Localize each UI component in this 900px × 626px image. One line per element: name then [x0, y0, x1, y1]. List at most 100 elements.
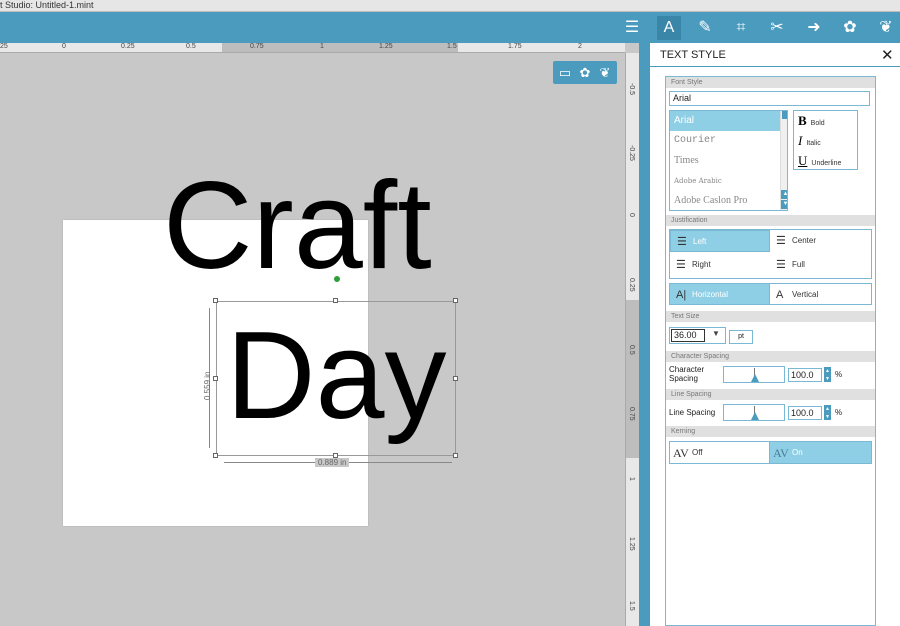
font-list-item[interactable]: Times: [670, 151, 780, 171]
ruler-label: 0.25: [628, 278, 635, 292]
slider-thumb-icon[interactable]: [751, 412, 759, 420]
ruler-label: 0: [628, 213, 635, 217]
resize-handle[interactable]: [453, 376, 458, 381]
horizontal-label: Horizontal: [692, 290, 729, 299]
font-list-item[interactable]: Courier: [670, 131, 780, 151]
text-size-input[interactable]: 36.00: [671, 329, 705, 342]
ruler-label: 1: [320, 43, 324, 50]
font-style-options: B Bold I Italic U Underline: [793, 110, 858, 170]
window-title-bar: t Studio: Untitled-1.mint: [0, 0, 900, 12]
section-text-size: Text Size: [666, 311, 875, 322]
kerning-off-label: Off: [692, 448, 703, 457]
page-setup-icon[interactable]: ☰: [620, 16, 644, 40]
quick-access-toolbar: ▭ ✿ ❦: [553, 61, 617, 84]
text-craft[interactable]: Craft: [163, 156, 432, 296]
resize-handle[interactable]: [333, 298, 338, 303]
resize-handle[interactable]: [453, 453, 458, 458]
ruler-label: 0.25: [121, 43, 135, 50]
justify-center-label: Center: [792, 236, 817, 245]
italic-label: Italic: [806, 140, 821, 147]
justify-center-button[interactable]: ☰ Center: [770, 230, 871, 252]
justify-full-button[interactable]: ☰ Full: [770, 254, 871, 276]
line-spacing-stepper-icon[interactable]: ▲ ▼: [824, 405, 831, 420]
character-spacing-label: Character Spacing: [669, 365, 705, 383]
chevron-down-icon[interactable]: ▼: [712, 329, 720, 338]
kerning-on-button[interactable]: AV On: [769, 441, 872, 464]
vertical-scrollbar[interactable]: [639, 43, 650, 626]
character-spacing-slider[interactable]: [723, 366, 785, 383]
justify-full-label: Full: [792, 260, 805, 269]
crop-icon[interactable]: ⌗: [729, 16, 753, 40]
ruler-label: 1.75: [508, 43, 522, 50]
font-name-input[interactable]: Arial: [669, 91, 870, 106]
section-justification: Justification: [666, 215, 875, 226]
font-list-item[interactable]: Arial: [670, 111, 780, 131]
scroll-up-icon[interactable]: ▲: [781, 190, 787, 199]
ruler-label: 25: [0, 43, 8, 50]
scroll-down-icon[interactable]: ▼: [781, 200, 787, 209]
height-dimension-label: 0.559 in: [203, 371, 212, 400]
line-spacing-slider[interactable]: [723, 404, 785, 421]
ruler-label: 1.25: [628, 537, 635, 551]
section-character-spacing: Character Spacing: [666, 351, 875, 362]
vertical-text-icon: A: [776, 289, 784, 301]
send-icon[interactable]: ➜: [802, 16, 826, 40]
rectangle-icon[interactable]: ▭: [556, 64, 574, 81]
justify-left-label: Left: [693, 237, 707, 246]
close-icon[interactable]: ✕: [881, 46, 894, 64]
scroll-thumb[interactable]: [782, 111, 787, 119]
trace-icon[interactable]: ✂: [765, 16, 789, 40]
italic-icon: I: [798, 133, 803, 148]
bold-option[interactable]: B Bold: [798, 113, 825, 129]
ruler-label: -0.5: [628, 83, 635, 96]
justify-right-label: Right: [692, 260, 711, 269]
font-list-scrollbar[interactable]: ▲ ▼: [780, 111, 787, 210]
resize-handle[interactable]: [213, 298, 218, 303]
resize-handle[interactable]: [213, 453, 218, 458]
design-store-icon[interactable]: ❦: [874, 16, 898, 40]
font-list-item[interactable]: Adobe Caslon Pro: [670, 191, 780, 210]
bold-label: Bold: [810, 120, 825, 127]
ruler-label: 0.5: [628, 345, 635, 355]
slider-thumb-icon[interactable]: [751, 374, 759, 382]
section-kerning: Kerning: [666, 426, 875, 437]
top-ruler: 25 0 0.25 0.5 0.75 1 1.25 1.5 1.75 2: [0, 43, 625, 53]
character-spacing-input[interactable]: 100.0: [788, 368, 822, 382]
ruler-label: -0.25: [628, 145, 635, 161]
underline-option[interactable]: U Underline: [798, 153, 841, 169]
kerning-on-label: On: [792, 448, 803, 457]
align-full-icon: ☰: [776, 259, 786, 271]
line-spacing-unit: %: [835, 408, 843, 417]
line-spacing-label: Line Spacing: [669, 408, 716, 417]
kerning-off-icon: AV: [673, 446, 689, 460]
kerning-off-button[interactable]: AV Off: [669, 441, 770, 464]
selection-box[interactable]: [216, 301, 456, 456]
align-right-icon: ☰: [676, 259, 686, 271]
font-list-item[interactable]: Adobe Arabic: [670, 171, 780, 191]
line-style-icon[interactable]: ✎: [693, 16, 717, 40]
orientation-horizontal-button[interactable]: A| Horizontal: [669, 283, 770, 305]
main-toolbar: ☰ A ✎ ⌗ ✂ ➜ ✿ ❦: [0, 12, 900, 43]
rotate-handle[interactable]: [334, 276, 340, 282]
fill-icon[interactable]: ✿: [838, 16, 862, 40]
justify-left-button[interactable]: ☰ Left: [670, 230, 770, 252]
leaf-icon[interactable]: ❦: [596, 64, 614, 81]
font-list[interactable]: Arial Courier Times Adobe Arabic Adobe C…: [669, 110, 788, 211]
text-size-combo[interactable]: 36.00 ▼: [669, 327, 726, 344]
italic-option[interactable]: I Italic: [798, 133, 821, 149]
line-spacing-input[interactable]: 100.0: [788, 406, 822, 420]
text-style-icon[interactable]: A: [657, 16, 681, 40]
ruler-selection-shade: [626, 300, 639, 458]
character-spacing-stepper-icon[interactable]: ▲ ▼: [824, 367, 831, 382]
ruler-label: 0.75: [628, 407, 635, 421]
underline-label: Underline: [811, 160, 842, 167]
orientation-vertical-button[interactable]: A Vertical: [769, 283, 872, 305]
palette-icon[interactable]: ✿: [576, 64, 594, 81]
width-dimension-label: 0.889 in: [315, 458, 350, 467]
window-title: t Studio: Untitled-1.mint: [0, 0, 94, 10]
panel-body: Font Style Arial Arial Courier Times Ado…: [665, 76, 876, 626]
design-canvas[interactable]: ▭ ✿ ❦ Craft Day 0.559 in 0.889 in: [0, 53, 625, 626]
justify-right-button[interactable]: ☰ Right: [670, 254, 770, 276]
resize-handle[interactable]: [213, 376, 218, 381]
resize-handle[interactable]: [453, 298, 458, 303]
